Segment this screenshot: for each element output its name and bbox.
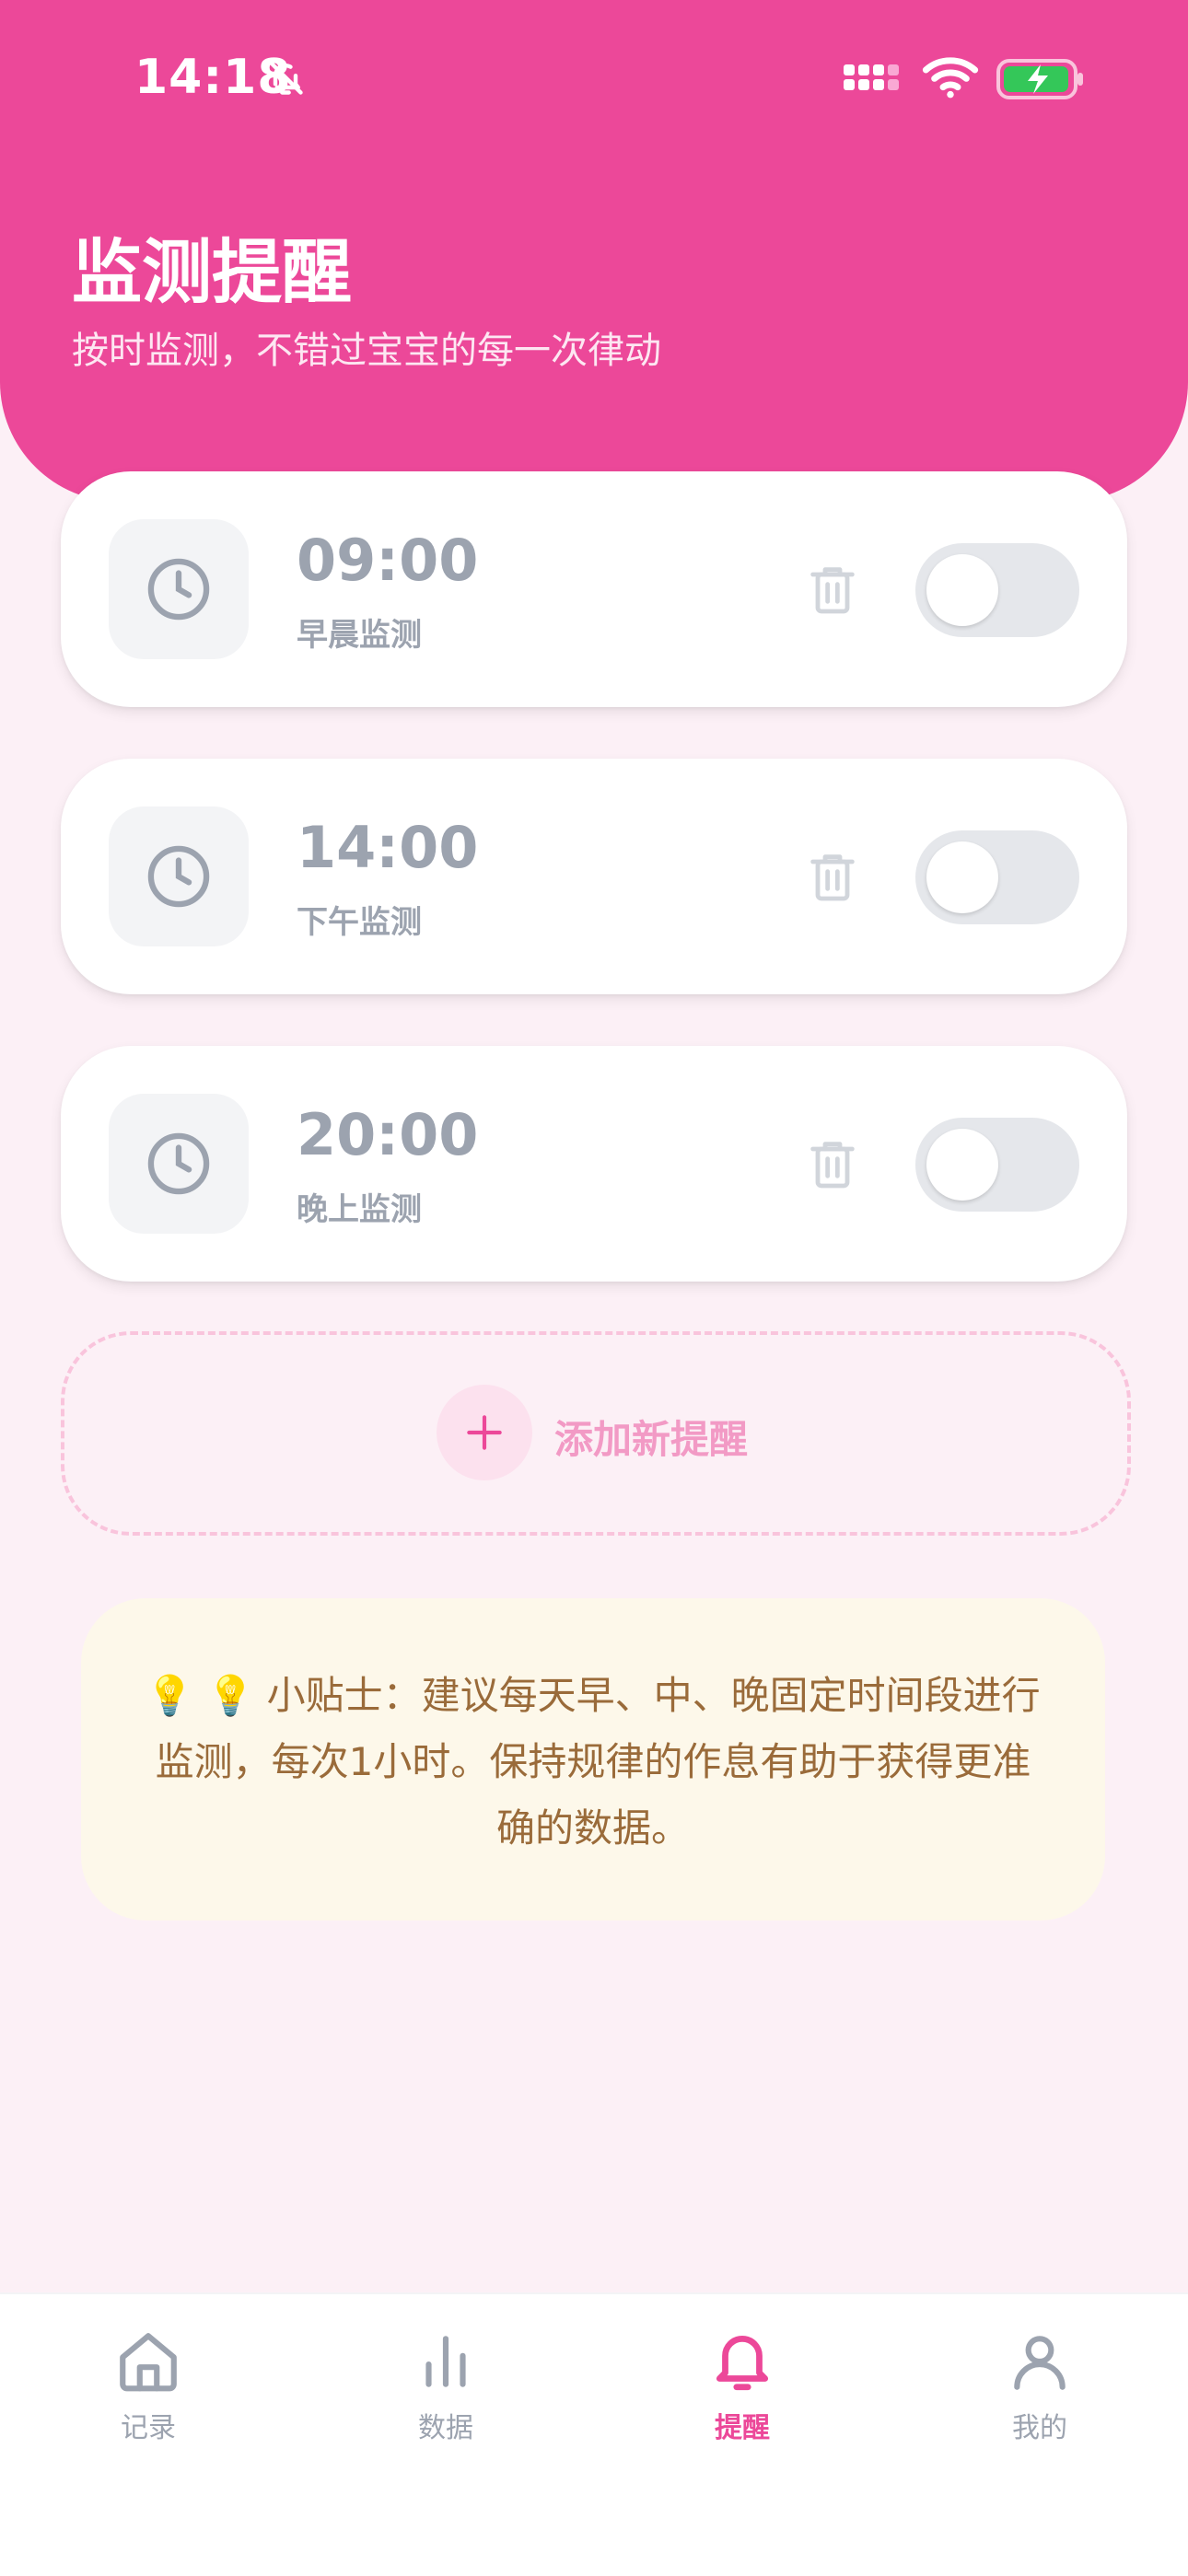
reminder-card-morning: 09:00 早晨监测 — [61, 471, 1127, 707]
reminder-label: 下午监测 — [297, 904, 422, 941]
reminder-label: 早晨监测 — [297, 617, 422, 654]
home-icon — [120, 2333, 177, 2392]
clock-icon-box — [109, 1094, 249, 1234]
reminder-time: 20:00 — [297, 1101, 479, 1168]
clock-icon-box — [109, 519, 249, 659]
trash-icon[interactable] — [803, 1134, 862, 1193]
toggle-knob — [926, 841, 998, 913]
clock-icon-box — [109, 806, 249, 946]
reminder-card-afternoon: 14:00 下午监测 — [61, 759, 1127, 994]
trash-icon[interactable] — [803, 560, 862, 619]
toggle-knob — [926, 1129, 998, 1201]
toggle-knob — [926, 554, 998, 626]
add-reminder-label: 添加新提醒 — [554, 1417, 749, 1462]
tab-reminder[interactable]: 提醒 — [650, 2327, 834, 2445]
tab-label: 提醒 — [715, 2412, 770, 2444]
tab-bar: 记录 数据 提醒 我的 — [0, 2292, 1188, 2576]
reminder-time: 14:00 — [297, 814, 479, 881]
reminder-toggle[interactable] — [915, 830, 1079, 924]
trash-icon[interactable] — [803, 847, 862, 906]
add-reminder-button[interactable]: 添加新提醒 — [61, 1331, 1131, 1536]
user-icon — [1014, 2336, 1066, 2390]
tab-label: 记录 — [121, 2412, 176, 2444]
bell-icon — [716, 2336, 769, 2391]
reminder-card-evening: 20:00 晚上监测 — [61, 1046, 1127, 1282]
tab-label: 我的 — [1012, 2412, 1067, 2444]
reminder-toggle[interactable] — [915, 543, 1079, 637]
signal-icon — [844, 64, 899, 90]
clock-icon — [147, 1132, 210, 1195]
reminder-time: 09:00 — [297, 527, 479, 594]
clock-icon — [147, 845, 210, 908]
reminder-label: 晚上监测 — [297, 1191, 422, 1228]
tab-data[interactable]: 数据 — [354, 2327, 538, 2445]
reminder-toggle[interactable] — [915, 1118, 1079, 1212]
tip-box: 💡 💡 小贴士：建议每天早、中、晚固定时间段进行监测，每次1小时。保持规律的作息… — [81, 1598, 1105, 1920]
tab-mine[interactable]: 我的 — [948, 2327, 1132, 2445]
tab-label: 数据 — [418, 2412, 473, 2444]
tip-text: 💡 💡 小贴士：建议每天早、中、晚固定时间段进行监测，每次1小时。保持规律的作息… — [146, 1673, 1041, 1851]
plus-icon-circle — [437, 1385, 532, 1480]
page-subtitle: 按时监测，不错过宝宝的每一次律动 — [72, 330, 661, 372]
bell-off-icon — [268, 60, 303, 95]
page-title: 监测提醒 — [72, 231, 352, 313]
bar-chart-icon — [425, 2336, 466, 2387]
tab-record[interactable]: 记录 — [56, 2327, 240, 2445]
header: 14:18 监测提醒 按时监测，不错过宝宝的每一次律动 — [0, 0, 1188, 502]
clock-icon — [147, 558, 210, 621]
battery-icon — [996, 59, 1083, 99]
plus-icon — [467, 1415, 502, 1450]
wifi-icon — [922, 57, 979, 99]
